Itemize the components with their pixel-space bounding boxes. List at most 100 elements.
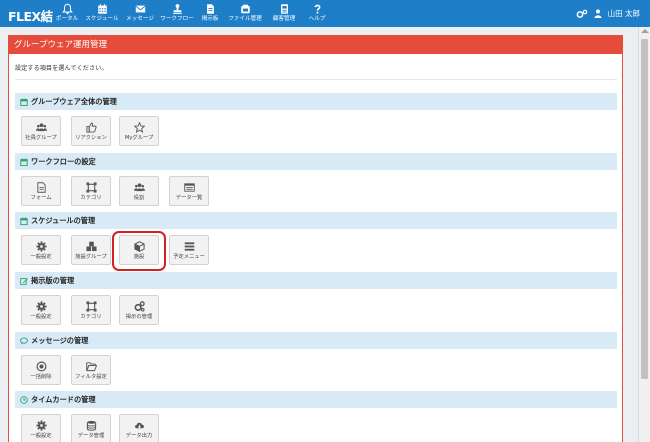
category-icon — [85, 301, 97, 312]
star-icon — [133, 122, 145, 133]
scroll-up-arrow[interactable] — [641, 29, 649, 33]
tile-category[interactable]: カテゴリ — [71, 295, 111, 325]
cubes-icon — [85, 241, 97, 252]
app-logo[interactable]: FLEX結 — [8, 6, 53, 25]
menu-icon — [184, 242, 194, 251]
envelope-icon — [135, 5, 145, 13]
section-title: スケジュールの管理 — [31, 215, 96, 225]
cloud-download-icon — [134, 422, 144, 429]
nav-file-management[interactable]: ファイル管理 — [224, 0, 266, 27]
user-name[interactable]: 山田 太郎 — [608, 8, 640, 19]
tile-bulk-delete[interactable]: 一括削除 — [21, 355, 61, 385]
tile-facility-group[interactable]: 施設グループ — [71, 235, 111, 265]
nav-schedule[interactable]: スケジュール — [82, 0, 122, 27]
category-icon — [85, 182, 97, 193]
tile-label: Myグループ — [124, 135, 154, 141]
workflow-stamp-icon — [172, 4, 182, 14]
circle-dot-icon — [36, 361, 46, 372]
tile-schedule-menu[interactable]: 予定メニュー — [169, 235, 209, 265]
tile-label: 掲示の管理 — [125, 314, 153, 320]
tile-category[interactable]: カテゴリ — [71, 176, 111, 206]
tile-label: 役割 — [133, 195, 145, 201]
gears-icon — [134, 301, 145, 312]
cube-icon — [133, 241, 145, 252]
gear-icon — [35, 301, 47, 312]
divider — [15, 79, 617, 80]
tile-facility[interactable]: 施設 — [119, 235, 159, 265]
panel-title: グループウェア運用管理 — [9, 36, 622, 54]
tile-label: 一般設定 — [30, 433, 52, 439]
tile-general-settings[interactable]: 一般設定 — [21, 295, 61, 325]
admin-panel: グループウェア運用管理 設定する項目を選んでください。 グループウェア全体の管理… — [8, 35, 623, 442]
tile-label: 施設グループ — [75, 254, 107, 260]
nav-workflow[interactable]: ワークフロー — [158, 0, 196, 27]
section-bulletin-board: 掲示版の管理 — [15, 272, 617, 289]
section-message: メッセージの管理 — [15, 332, 617, 349]
folder-open-icon — [85, 362, 97, 372]
scroll-thumb[interactable] — [641, 39, 648, 379]
users-icon — [133, 183, 145, 192]
section-title: グループウェア全体の管理 — [31, 96, 117, 106]
nav-label-file-management: ファイル管理 — [228, 16, 262, 22]
tile-post-management[interactable]: 掲示の管理 — [119, 295, 159, 325]
tile-employee-group[interactable]: 社員グループ — [21, 116, 61, 146]
calendar-icon — [20, 157, 28, 166]
tile-label: 一般設定 — [30, 314, 52, 320]
nav-label-workflow: ワークフロー — [160, 16, 194, 22]
tile-data-management[interactable]: データ管理 — [71, 414, 111, 442]
section-title: ワークフローの設定 — [31, 156, 96, 166]
tile-label: データ管理 — [77, 433, 105, 439]
nav-label-schedule: スケジュール — [85, 16, 119, 22]
section-groupware: グループウェア全体の管理 — [15, 93, 617, 110]
calendar-icon — [97, 4, 107, 14]
nav-message[interactable]: メッセージ — [122, 0, 158, 27]
main-nav: ポータル スケジュール メッセージ ワークフロー 掲示板 ファイル管理 顧客管理 — [52, 0, 332, 27]
tile-label: 予定メニュー — [173, 254, 205, 260]
tile-label: 施設 — [133, 254, 145, 260]
tile-role[interactable]: 役割 — [119, 176, 159, 206]
top-bar: FLEX結 ポータル スケジュール メッセージ ワークフロー 掲示板 ファイル管… — [0, 0, 650, 27]
tile-label: データ一覧 — [175, 195, 203, 201]
gear-icon — [35, 241, 47, 252]
gears-icon[interactable] — [576, 9, 588, 19]
tile-reaction[interactable]: リアクション — [71, 116, 111, 146]
tile-form[interactable]: フォーム — [21, 176, 61, 206]
nav-label-portal: ポータル — [55, 16, 79, 22]
gear-icon — [35, 420, 47, 431]
nav-bulletin-board[interactable]: 掲示板 — [196, 0, 224, 27]
section-title: 掲示版の管理 — [31, 275, 75, 285]
folder-icon — [240, 4, 250, 14]
tile-label: フィルタ設定 — [75, 374, 107, 380]
nav-label-customer-management: 顧客管理 — [272, 16, 296, 22]
bell-icon — [61, 3, 73, 15]
tile-my-group[interactable]: Myグループ — [119, 116, 159, 146]
list-icon — [183, 183, 195, 192]
user-area: 山田 太郎 — [576, 8, 640, 19]
tile-data-list[interactable]: データ一覧 — [169, 176, 209, 206]
nav-portal[interactable]: ポータル — [52, 0, 82, 27]
question-icon — [314, 4, 320, 14]
thumbs-up-icon — [85, 122, 97, 133]
nav-help[interactable]: ヘルプ — [302, 0, 332, 27]
section-timecard: タイムカードの管理 — [15, 391, 617, 408]
nav-label-help: ヘルプ — [308, 16, 326, 22]
tile-label: 一括削除 — [30, 374, 52, 380]
tile-label: 一般設定 — [30, 254, 52, 260]
tile-label: データ出力 — [125, 433, 153, 439]
panel-instruction: 設定する項目を選んでください。 — [15, 65, 108, 72]
tile-general-settings[interactable]: 一般設定 — [21, 235, 61, 265]
calendar-icon — [20, 216, 28, 225]
document-icon — [36, 182, 46, 193]
tile-data-export[interactable]: データ出力 — [119, 414, 159, 442]
bulletin-board-icon — [206, 4, 214, 14]
edit-icon — [20, 277, 28, 285]
calendar-icon — [20, 97, 28, 106]
scrollbar[interactable] — [638, 27, 650, 442]
tile-filter-settings[interactable]: フィルタ設定 — [71, 355, 111, 385]
tile-label: フォーム — [30, 195, 52, 201]
tile-label: 社員グループ — [25, 135, 57, 141]
tile-general-settings[interactable]: 一般設定 — [21, 414, 61, 442]
nav-customer-management[interactable]: 顧客管理 — [266, 0, 302, 27]
nav-label-bulletin-board: 掲示板 — [201, 16, 219, 22]
nav-label-message: メッセージ — [126, 16, 154, 22]
